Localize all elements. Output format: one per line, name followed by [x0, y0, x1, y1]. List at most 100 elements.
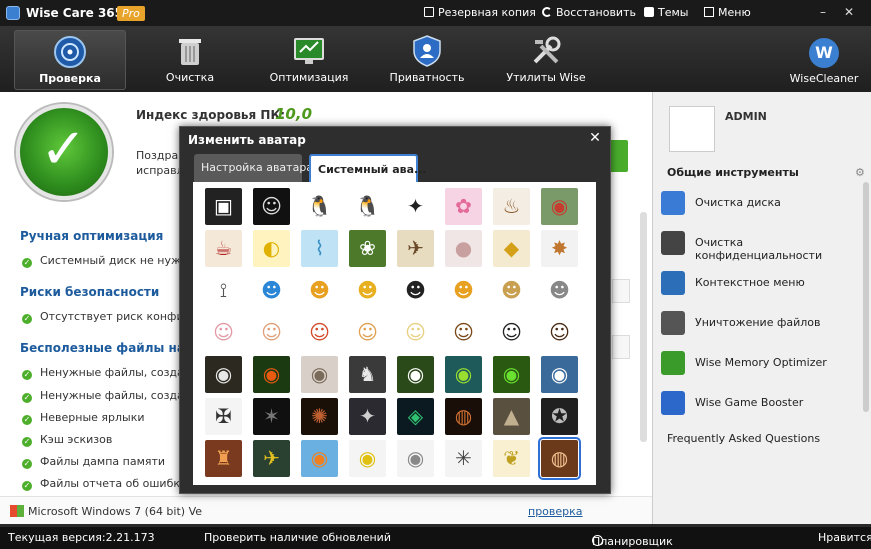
avatar-option[interactable]: ◉ [349, 440, 386, 477]
parrot-avatar-icon: ◉ [502, 362, 521, 386]
avatar-option[interactable]: ✈ [253, 440, 290, 477]
avatar[interactable] [669, 106, 715, 152]
avatar-option[interactable]: ☻ [541, 272, 578, 309]
avatar-option[interactable]: ☻ [253, 272, 290, 309]
avatar-option[interactable]: ◉ [205, 356, 242, 393]
avatar-option[interactable]: ☕ [205, 230, 242, 267]
avatar-option[interactable]: 🐧 [349, 188, 386, 225]
themes-menu[interactable]: Темы [644, 6, 688, 19]
faq-link[interactable]: Frequently Asked Questions [667, 432, 820, 445]
tool-memory-optimizer[interactable]: Wise Memory Optimizer [661, 349, 861, 377]
avatar-option[interactable]: ◉ [253, 356, 290, 393]
avatar-option[interactable]: ✠ [205, 398, 242, 435]
robot-avatar-icon: ✪ [551, 404, 568, 428]
nav-cleanup[interactable]: Очистка [150, 30, 230, 90]
avatar-option[interactable]: ☺ [493, 314, 530, 351]
wisecleaner-brand[interactable]: W WiseCleaner [786, 30, 862, 90]
tiger-avatar-icon: ☻ [501, 278, 522, 302]
avatar-option[interactable]: ◉ [397, 356, 434, 393]
avatar-option[interactable]: ✿ [445, 188, 482, 225]
avatar-option[interactable]: ◉ [301, 440, 338, 477]
minimize-button[interactable]: – [814, 4, 832, 20]
avatar-option[interactable]: ♨ [493, 188, 530, 225]
cake-avatar-icon: ◉ [550, 194, 569, 218]
avatar-option[interactable]: ◉ [541, 356, 578, 393]
avatar-option[interactable]: ☺ [253, 314, 290, 351]
avatar-option[interactable]: ☺ [349, 314, 386, 351]
sidebar-scrollbar[interactable] [863, 182, 869, 412]
avatar-option[interactable]: ☻ [493, 272, 530, 309]
avatar-option[interactable]: ◉ [493, 356, 530, 393]
avatar-option[interactable]: ✪ [541, 398, 578, 435]
avatar-option[interactable]: ◍ [445, 398, 482, 435]
avatar-option[interactable]: ◉ [541, 188, 578, 225]
avatar-option[interactable]: ☻ [445, 272, 482, 309]
avatar-option[interactable]: ✈ [397, 230, 434, 267]
leaf-avatar-icon: ❦ [503, 446, 520, 470]
avatar-option[interactable]: ☻ [301, 272, 338, 309]
close-icon[interactable]: ✕ [585, 129, 605, 147]
section-manual-optimization[interactable]: Ручная оптимизация [20, 229, 163, 243]
avatar-option[interactable]: ✳ [445, 440, 482, 477]
avatar-option[interactable]: ✺ [301, 398, 338, 435]
like-link[interactable]: Нравится [818, 531, 871, 544]
nav-utilities[interactable]: Утилиты Wise [500, 30, 592, 90]
avatar-option[interactable]: ☺ [445, 314, 482, 351]
section-security-risks[interactable]: Риски безопасности [20, 285, 159, 299]
avatar-option[interactable]: ☺ [541, 314, 578, 351]
action-box[interactable] [612, 335, 630, 359]
tool-file-shredder[interactable]: Уничтожение файлов [661, 309, 861, 337]
avatar-option[interactable]: ☺ [205, 314, 242, 351]
file-shredder-icon [661, 311, 685, 335]
pro-badge: Pro [117, 6, 145, 21]
avatar-option[interactable]: ▲ [493, 398, 530, 435]
tab-avatar-settings[interactable]: Настройка аватара [194, 154, 313, 182]
avatar-option[interactable]: ❀ [349, 230, 386, 267]
avatar-option[interactable]: ☺ [253, 188, 290, 225]
avatar-option[interactable]: ◉ [445, 356, 482, 393]
restore-menu[interactable]: Восстановить [542, 6, 636, 19]
woman-avatar-icon: ☺ [405, 320, 426, 344]
penguin-pink-avatar-icon: 🐧 [355, 194, 380, 218]
avatar-option[interactable]: ✸ [541, 230, 578, 267]
scrollbar[interactable] [640, 212, 647, 442]
backup-menu[interactable]: Резервная копия [424, 6, 536, 19]
avatar-option[interactable]: ◍ [538, 437, 581, 480]
avatar-option[interactable]: ✦ [349, 398, 386, 435]
avatar-option[interactable]: ♜ [205, 440, 242, 477]
section-junk-files[interactable]: Бесполезные файлы на в [20, 341, 197, 355]
avatar-option[interactable]: ⟟ [205, 272, 242, 309]
avatar-option[interactable]: ❦ [493, 440, 530, 477]
tool-privacy-eraser[interactable]: Очистка конфиденциальности [661, 229, 861, 262]
wrench-icon[interactable]: ⚙ [855, 166, 865, 179]
nav-privacy[interactable]: Приватность [384, 30, 470, 90]
action-box[interactable] [612, 279, 630, 303]
avatar-option[interactable]: ☻ [397, 272, 434, 309]
avatar-option[interactable]: ☺ [301, 314, 338, 351]
avatar-option[interactable]: ● [445, 230, 482, 267]
avatar-option[interactable]: ✦ [397, 188, 434, 225]
close-window-button[interactable]: ✕ [840, 4, 858, 20]
avatar-option[interactable]: ◉ [301, 356, 338, 393]
nav-optimize[interactable]: Оптимизация [266, 30, 352, 90]
health-gauge: ✓ [16, 104, 112, 200]
avatar-option[interactable]: ◉ [397, 440, 434, 477]
avatar-option[interactable]: ◈ [397, 398, 434, 435]
check-updates-link[interactable]: Проверить наличие обновлений [204, 531, 391, 544]
tool-disk-cleaner[interactable]: Очистка диска [661, 189, 861, 217]
tab-system-avatars[interactable]: Системный ава... [309, 154, 427, 182]
avatar-option[interactable]: 🐧 [301, 188, 338, 225]
tool-game-booster[interactable]: Wise Game Booster [661, 389, 861, 417]
avatar-option[interactable]: ◐ [253, 230, 290, 267]
avatar-option[interactable]: ▣ [205, 188, 242, 225]
nav-check[interactable]: Проверка [14, 30, 126, 90]
main-menu[interactable]: Меню [704, 6, 751, 19]
avatar-option[interactable]: ☺ [397, 314, 434, 351]
avatar-option[interactable]: ♞ [349, 356, 386, 393]
avatar-option[interactable]: ◆ [493, 230, 530, 267]
avatar-option[interactable]: ☻ [349, 272, 386, 309]
tool-context-menu[interactable]: Контекстное меню [661, 269, 861, 297]
avatar-option[interactable]: ✶ [253, 398, 290, 435]
avatar-option[interactable]: ⌇ [301, 230, 338, 267]
check-link[interactable]: проверка [528, 505, 583, 518]
